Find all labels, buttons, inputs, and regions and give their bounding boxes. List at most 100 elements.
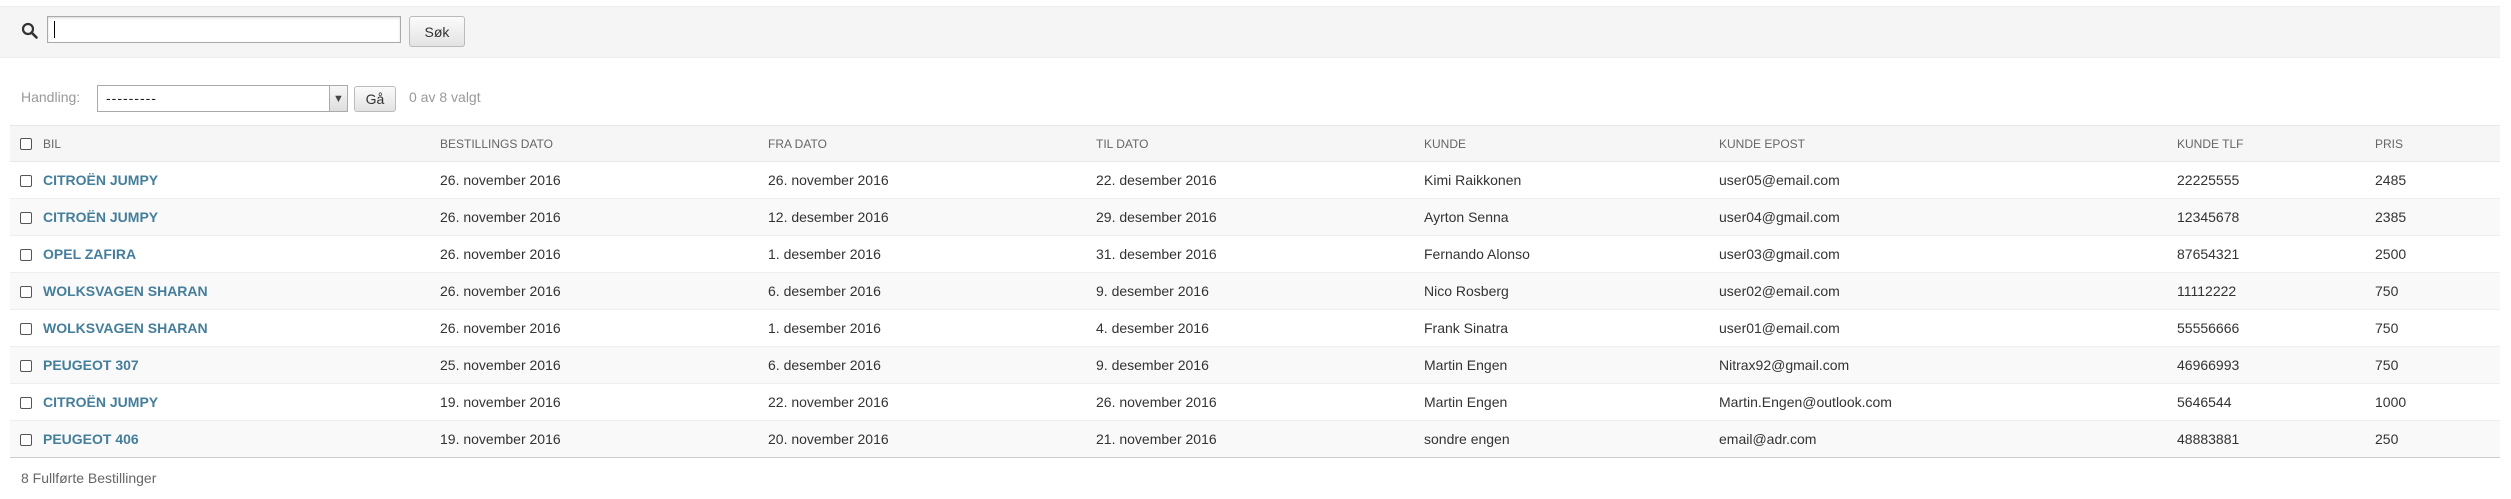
table-row: CITROËN JUMPY 26. november 2016 12. dese… xyxy=(10,198,2500,236)
to-date-cell: 29. desember 2016 xyxy=(1091,198,1419,236)
selection-count: 0 av 8 valgt xyxy=(409,89,481,105)
select-all-cell xyxy=(10,125,38,162)
customer-phone-cell: 12345678 xyxy=(2172,198,2370,236)
column-header-fra-dato[interactable]: Fra dato xyxy=(763,125,1091,162)
price-cell: 1000 xyxy=(2370,383,2500,421)
customer-phone-cell: 11112222 xyxy=(2172,272,2370,310)
to-date-cell: 9. desember 2016 xyxy=(1091,346,1419,384)
customer-email-cell: Martin.Engen@outlook.com xyxy=(1714,383,2172,421)
row-checkbox[interactable] xyxy=(20,286,32,299)
from-date-cell: 1. desember 2016 xyxy=(763,235,1091,273)
column-header-kunde-tlf[interactable]: Kunde tlf xyxy=(2172,125,2370,162)
row-select-cell xyxy=(10,235,38,273)
from-date-cell: 6. desember 2016 xyxy=(763,346,1091,384)
customer-cell: Frank Sinatra xyxy=(1419,309,1714,347)
row-select-cell xyxy=(10,309,38,347)
customer-email-cell: user02@email.com xyxy=(1714,272,2172,310)
customer-email-cell: email@adr.com xyxy=(1714,420,2172,458)
row-checkbox[interactable] xyxy=(20,434,32,447)
car-link[interactable]: OPEL ZAFIRA xyxy=(43,246,136,262)
car-link[interactable]: CITROËN JUMPY xyxy=(43,209,158,225)
chevron-down-icon[interactable]: ▼ xyxy=(329,86,347,111)
customer-phone-cell: 46966993 xyxy=(2172,346,2370,384)
row-select-cell xyxy=(10,383,38,421)
car-cell: CITROËN JUMPY xyxy=(38,161,435,199)
go-button[interactable]: Gå xyxy=(354,86,396,112)
table-row: PEUGEOT 307 25. november 2016 6. desembe… xyxy=(10,346,2500,384)
order-date-cell: 26. november 2016 xyxy=(435,198,763,236)
price-cell: 250 xyxy=(2370,420,2500,458)
customer-phone-cell: 22225555 xyxy=(2172,161,2370,199)
to-date-cell: 22. desember 2016 xyxy=(1091,161,1419,199)
column-header-kunde[interactable]: Kunde xyxy=(1419,125,1714,162)
row-checkbox[interactable] xyxy=(20,323,32,336)
to-date-cell: 21. november 2016 xyxy=(1091,420,1419,458)
from-date-cell: 12. desember 2016 xyxy=(763,198,1091,236)
customer-phone-cell: 5646544 xyxy=(2172,383,2370,421)
result-count: 8 Fullførte Bestillinger xyxy=(21,470,157,486)
column-header-bil[interactable]: Bil xyxy=(38,125,435,162)
customer-email-cell: user05@email.com xyxy=(1714,161,2172,199)
order-date-cell: 25. november 2016 xyxy=(435,346,763,384)
car-link[interactable]: CITROËN JUMPY xyxy=(43,172,158,188)
table-header-row: Bil Bestillings dato Fra dato Til dato K… xyxy=(10,125,2500,162)
column-header-kunde-epost[interactable]: Kunde epost xyxy=(1714,125,2172,162)
price-cell: 750 xyxy=(2370,309,2500,347)
price-cell: 2500 xyxy=(2370,235,2500,273)
customer-phone-cell: 55556666 xyxy=(2172,309,2370,347)
car-link[interactable]: PEUGEOT 307 xyxy=(43,357,139,373)
order-date-cell: 26. november 2016 xyxy=(435,272,763,310)
from-date-cell: 22. november 2016 xyxy=(763,383,1091,421)
customer-email-cell: user03@gmail.com xyxy=(1714,235,2172,273)
price-cell: 750 xyxy=(2370,272,2500,310)
car-cell: CITROËN JUMPY xyxy=(38,383,435,421)
from-date-cell: 20. november 2016 xyxy=(763,420,1091,458)
customer-cell: Martin Engen xyxy=(1419,383,1714,421)
car-link[interactable]: WOLKSVAGEN SHARAN xyxy=(43,320,208,336)
table-row: CITROËN JUMPY 26. november 2016 26. nove… xyxy=(10,161,2500,199)
column-header-bestillings-dato[interactable]: Bestillings dato xyxy=(435,125,763,162)
actions-label: Handling: xyxy=(21,89,81,105)
table-row: WOLKSVAGEN SHARAN 26. november 2016 6. d… xyxy=(10,272,2500,310)
search-input[interactable] xyxy=(47,16,401,43)
row-select-cell xyxy=(10,198,38,236)
customer-phone-cell: 48883881 xyxy=(2172,420,2370,458)
row-select-cell xyxy=(10,346,38,384)
table-row: PEUGEOT 406 19. november 2016 20. novemb… xyxy=(10,420,2500,458)
search-button[interactable]: Søk xyxy=(409,16,465,47)
from-date-cell: 1. desember 2016 xyxy=(763,309,1091,347)
column-header-pris[interactable]: Pris xyxy=(2370,125,2500,162)
row-select-cell xyxy=(10,420,38,458)
price-cell: 750 xyxy=(2370,346,2500,384)
from-date-cell: 26. november 2016 xyxy=(763,161,1091,199)
car-link[interactable]: WOLKSVAGEN SHARAN xyxy=(43,283,208,299)
results-table: Bil Bestillings dato Fra dato Til dato K… xyxy=(10,125,2500,458)
action-select[interactable]: --------- ▼ xyxy=(97,85,348,112)
order-date-cell: 26. november 2016 xyxy=(435,309,763,347)
row-checkbox[interactable] xyxy=(20,212,32,225)
to-date-cell: 26. november 2016 xyxy=(1091,383,1419,421)
car-cell: PEUGEOT 406 xyxy=(38,420,435,458)
to-date-cell: 31. desember 2016 xyxy=(1091,235,1419,273)
text-caret xyxy=(54,21,55,38)
car-link[interactable]: PEUGEOT 406 xyxy=(43,431,139,447)
car-cell: OPEL ZAFIRA xyxy=(38,235,435,273)
select-all-checkbox[interactable] xyxy=(20,138,32,151)
customer-cell: Nico Rosberg xyxy=(1419,272,1714,310)
row-checkbox[interactable] xyxy=(20,175,32,188)
column-header-til-dato[interactable]: Til dato xyxy=(1091,125,1419,162)
order-date-cell: 19. november 2016 xyxy=(435,420,763,458)
customer-cell: Ayrton Senna xyxy=(1419,198,1714,236)
car-link[interactable]: CITROËN JUMPY xyxy=(43,394,158,410)
row-select-cell xyxy=(10,272,38,310)
table-row: WOLKSVAGEN SHARAN 26. november 2016 1. d… xyxy=(10,309,2500,347)
row-checkbox[interactable] xyxy=(20,360,32,373)
table-row: OPEL ZAFIRA 26. november 2016 1. desembe… xyxy=(10,235,2500,273)
car-cell: CITROËN JUMPY xyxy=(38,198,435,236)
row-checkbox[interactable] xyxy=(20,249,32,262)
row-select-cell xyxy=(10,161,38,199)
row-checkbox[interactable] xyxy=(20,397,32,410)
customer-cell: Martin Engen xyxy=(1419,346,1714,384)
customer-email-cell: Nitrax92@gmail.com xyxy=(1714,346,2172,384)
action-select-value: --------- xyxy=(106,90,157,106)
